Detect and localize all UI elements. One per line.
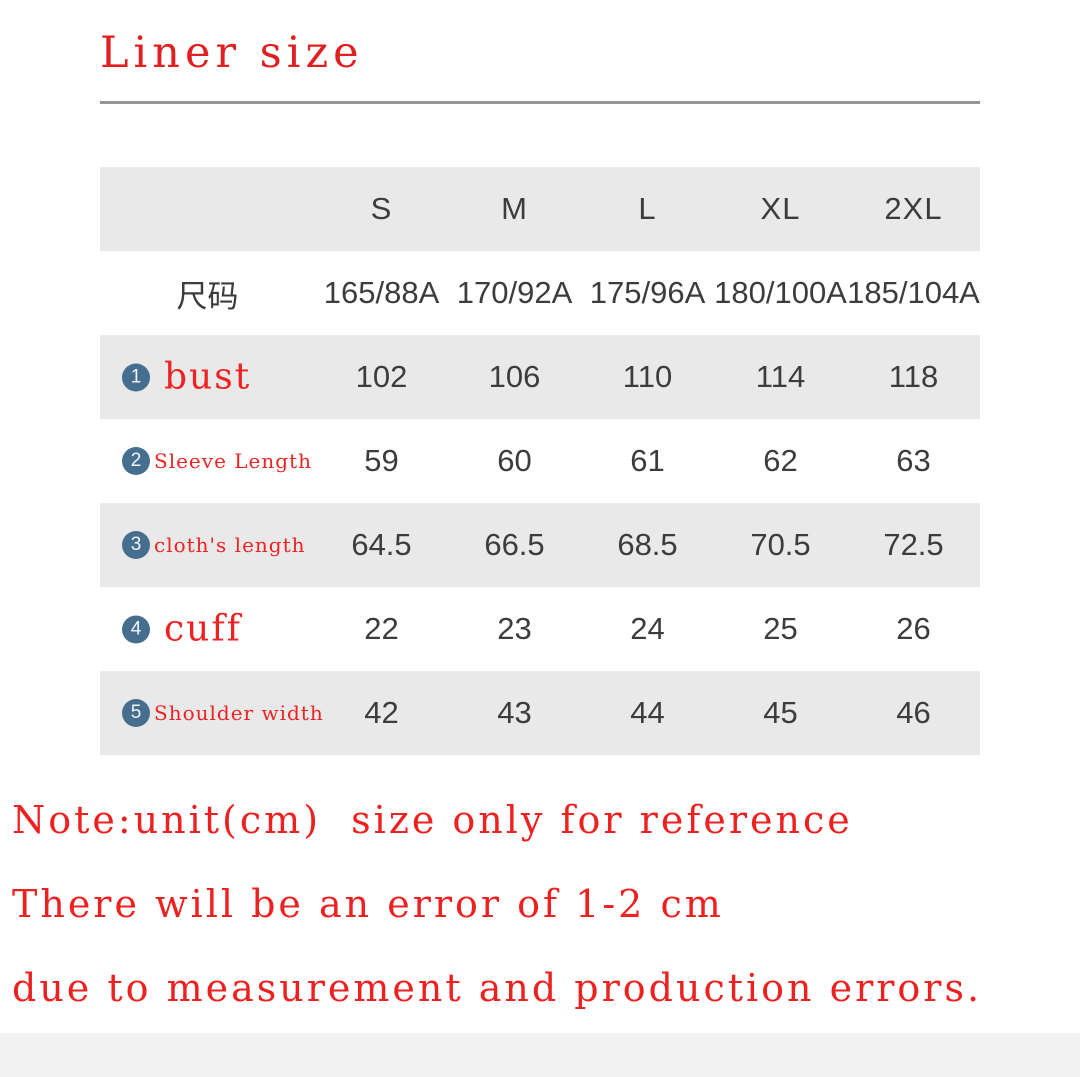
bust-value-l: 110 xyxy=(622,359,673,394)
bust-value-2xl: 118 xyxy=(888,359,939,394)
table-row-bust: 1 bust 102 106 110 114 118 xyxy=(100,335,980,419)
badge-number-1: 1 xyxy=(122,363,150,391)
table-row-size-header: S M L XL 2XL xyxy=(100,167,980,251)
title-block: Liner size xyxy=(100,28,980,78)
size-code-l: 175/96A xyxy=(589,275,706,310)
size-header-l: L xyxy=(638,191,657,226)
cloth-length-value-xl: 70.5 xyxy=(750,527,811,562)
cuff-value-xl: 25 xyxy=(763,611,798,646)
measurement-label-shoulder-width: 5 Shoulder width xyxy=(100,671,323,755)
table-row-cuff: 4 cuff 22 23 24 25 26 xyxy=(100,587,980,671)
measurement-name-cloth-length: cloth's length xyxy=(154,533,306,557)
badge-number-3: 3 xyxy=(122,531,150,559)
note-line-unit: Note:unit(cm) size only for reference xyxy=(12,798,853,842)
cuff-value-m: 23 xyxy=(497,611,532,646)
size-code-2xl: 185/104A xyxy=(847,275,980,310)
measurement-label-bust: 1 bust xyxy=(100,335,315,419)
measurement-name-bust: bust xyxy=(164,356,252,398)
sleeve-length-value-2xl: 63 xyxy=(896,443,931,478)
measurement-label-cloth-length: 3 cloth's length xyxy=(100,503,315,587)
cloth-length-value-2xl: 72.5 xyxy=(883,527,944,562)
measurement-name-cuff: cuff xyxy=(164,608,242,650)
shoulder-width-value-m: 43 xyxy=(497,695,532,730)
size-chart-body: S M L XL 2XL 尺码 165/88A 170/92A 175/96A … xyxy=(100,167,980,755)
bust-value-s: 102 xyxy=(355,359,408,394)
note-line-error-cause: due to measurement and production errors… xyxy=(12,966,983,1010)
note-line-error-range: There will be an error of 1-2 cm xyxy=(12,882,724,926)
measurement-label-cuff: 4 cuff xyxy=(100,587,315,671)
size-header-xl: XL xyxy=(760,191,801,226)
shoulder-width-value-2xl: 46 xyxy=(896,695,931,730)
cuff-value-s: 22 xyxy=(364,611,399,646)
badge-number-5: 5 xyxy=(122,699,150,727)
measurement-label-sleeve-length: 2 Sleeve Length xyxy=(100,419,315,503)
size-code-xl: 180/100A xyxy=(714,275,847,310)
sleeve-length-value-xl: 62 xyxy=(763,443,798,478)
badge-number-2: 2 xyxy=(122,447,150,475)
size-header-s: S xyxy=(370,191,393,226)
size-header-2xl: 2XL xyxy=(884,191,943,226)
shoulder-width-value-s: 42 xyxy=(364,695,399,730)
measurement-name-shoulder-width: Shoulder width xyxy=(154,701,324,725)
sleeve-length-value-m: 60 xyxy=(497,443,532,478)
size-code-s: 165/88A xyxy=(323,275,440,310)
size-header-m: M xyxy=(501,191,528,226)
notes-block: Note:unit(cm) size only for reference Th… xyxy=(12,778,1072,1030)
size-code-label: 尺码 xyxy=(176,278,239,314)
cloth-length-value-l: 68.5 xyxy=(617,527,678,562)
cloth-length-value-m: 66.5 xyxy=(484,527,545,562)
measurement-name-sleeve-length: Sleeve Length xyxy=(154,449,312,473)
cuff-value-l: 24 xyxy=(630,611,665,646)
cuff-value-2xl: 26 xyxy=(896,611,931,646)
shoulder-width-value-l: 44 xyxy=(630,695,665,730)
cloth-length-value-s: 64.5 xyxy=(351,527,412,562)
size-header-blank xyxy=(100,167,315,251)
bottom-strip xyxy=(0,1033,1080,1077)
size-code-m: 170/92A xyxy=(456,275,573,310)
bust-value-m: 106 xyxy=(488,359,541,394)
table-row-shoulder-width: 5 Shoulder width 42 43 44 45 46 xyxy=(100,671,980,755)
sleeve-length-value-l: 61 xyxy=(630,443,665,478)
sleeve-length-value-s: 59 xyxy=(364,443,399,478)
badge-number-4: 4 xyxy=(122,615,150,643)
table-row-cloth-length: 3 cloth's length 64.5 66.5 68.5 70.5 72.… xyxy=(100,503,980,587)
title-divider xyxy=(100,101,980,104)
table-row-size-code: 尺码 165/88A 170/92A 175/96A 180/100A 185/… xyxy=(100,251,980,335)
page-title: Liner size xyxy=(100,28,364,78)
size-chart-table: S M L XL 2XL 尺码 165/88A 170/92A 175/96A … xyxy=(100,167,980,755)
shoulder-width-value-xl: 45 xyxy=(763,695,798,730)
table-row-sleeve-length: 2 Sleeve Length 59 60 61 62 63 xyxy=(100,419,980,503)
bust-value-xl: 114 xyxy=(755,359,806,394)
